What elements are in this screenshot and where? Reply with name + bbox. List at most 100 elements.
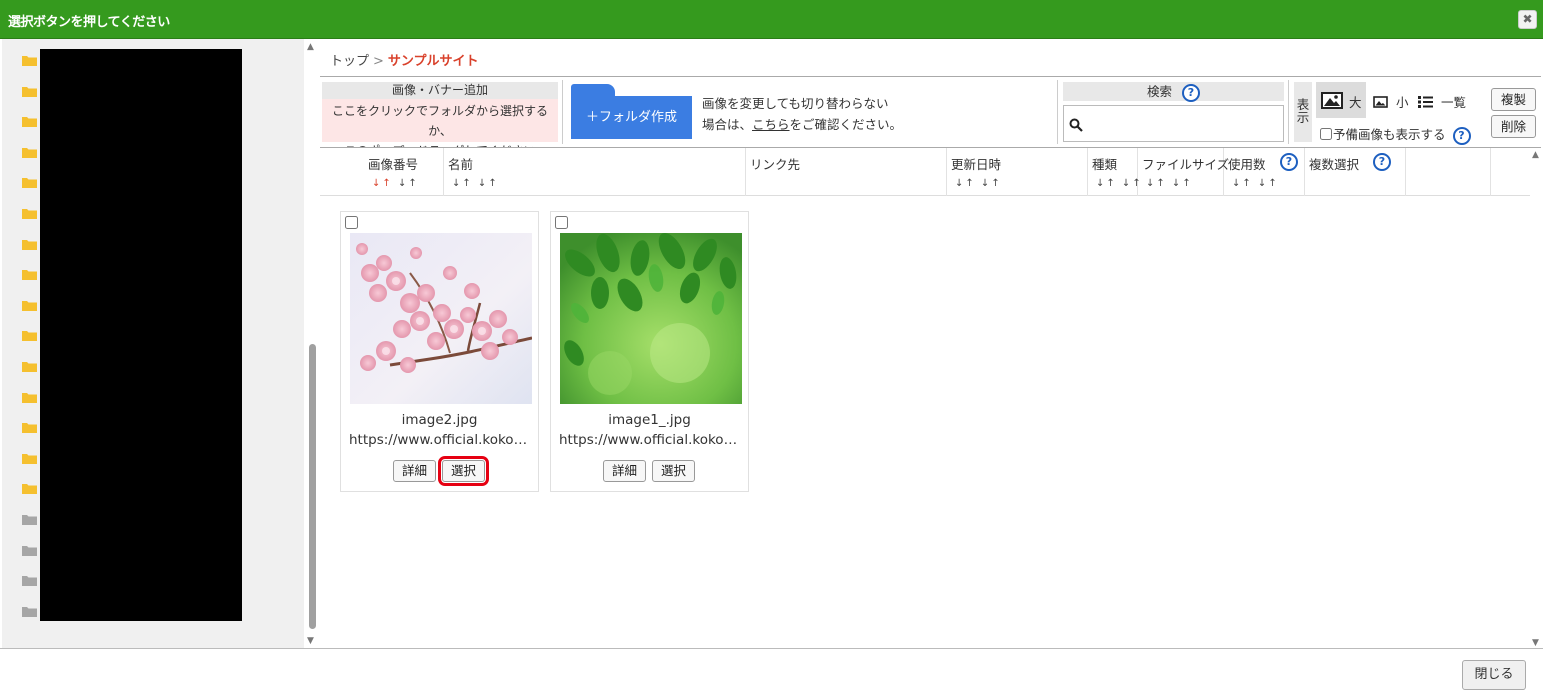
- folder-icon[interactable]: [22, 392, 37, 403]
- scroll-thumb[interactable]: [309, 344, 316, 629]
- image-thumbnail-green-leaves[interactable]: [560, 233, 742, 404]
- folder-icon[interactable]: [22, 269, 37, 281]
- folder-icon[interactable]: [22, 330, 37, 342]
- column-filesize[interactable]: ファイルサイズ ↓↑ ↓↑: [1138, 148, 1229, 196]
- divider: [562, 80, 563, 144]
- show-spare-checkbox[interactable]: [1320, 128, 1332, 140]
- column-multi-select: 複数選択 ?: [1305, 148, 1406, 196]
- image-small-icon: [1373, 96, 1388, 108]
- sort-icons[interactable]: ↓↑ ↓↑: [1232, 178, 1279, 189]
- column-type[interactable]: 種類 ↓↑ ↓↑: [1088, 148, 1141, 196]
- sort-icons[interactable]: ↓↑ ↓↑: [372, 178, 419, 189]
- image-filename: image2.jpg: [401, 412, 478, 428]
- search-input[interactable]: [1063, 105, 1284, 142]
- scroll-up-icon[interactable]: ▲: [307, 42, 314, 52]
- show-spare-images[interactable]: 予備画像も表示する ?: [1320, 124, 1471, 145]
- image-select-checkbox[interactable]: [345, 216, 358, 229]
- folder-icon[interactable]: [22, 483, 37, 495]
- column-label: ファイルサイズ: [1142, 157, 1230, 172]
- display-label-text: 表示: [1296, 97, 1310, 125]
- display-label: 表示: [1294, 82, 1312, 142]
- note-suffix: をご確認ください。: [789, 117, 903, 132]
- search-header: 検索 ?: [1063, 82, 1284, 102]
- detail-button[interactable]: 詳細: [603, 460, 646, 482]
- image-select-checkbox[interactable]: [555, 216, 568, 229]
- breadcrumb-current: サンプルサイト: [387, 54, 479, 69]
- folder-tree-panel: [2, 39, 304, 648]
- breadcrumb-separator: >: [373, 54, 384, 69]
- close-dialog-button[interactable]: 閉じる: [1462, 660, 1526, 690]
- scroll-down-icon[interactable]: ▼: [1532, 638, 1539, 648]
- add-image-title: 画像・バナー追加: [322, 82, 558, 99]
- folder-icon[interactable]: [22, 575, 37, 587]
- column-link: リンク先: [746, 148, 947, 196]
- drop-zone-line1: ここをクリックでフォルダから選択するか、: [331, 104, 548, 138]
- detail-button[interactable]: 詳細: [393, 460, 436, 482]
- cache-note: 画像を変更しても切り替わらない 場合は、こちらをご確認ください。: [702, 93, 902, 135]
- folder-icon[interactable]: [22, 177, 37, 189]
- divider: [1057, 80, 1058, 144]
- redacted-folder-names: [40, 49, 242, 621]
- sort-icons[interactable]: ↓↑ ↓↑: [955, 178, 1002, 189]
- column-image-number[interactable]: 画像番号 ↓↑ ↓↑: [320, 148, 444, 196]
- copy-button[interactable]: 複製: [1491, 88, 1536, 111]
- scroll-down-icon[interactable]: ▼: [307, 636, 314, 646]
- view-large-label: 大: [1349, 95, 1362, 110]
- folder-icon[interactable]: [22, 55, 37, 66]
- column-usage[interactable]: 使用数 ? ↓↑ ↓↑: [1224, 148, 1305, 196]
- close-icon[interactable]: ✖: [1518, 10, 1537, 29]
- folder-icon[interactable]: [22, 514, 37, 525]
- show-spare-label: 予備画像も表示する: [1333, 127, 1446, 142]
- drop-zone[interactable]: ここをクリックでフォルダから選択するか、 このポップへドラッグしてください: [322, 99, 558, 158]
- multi-select-help-icon[interactable]: ?: [1373, 153, 1391, 171]
- folder-icon[interactable]: [22, 453, 37, 464]
- view-list-button[interactable]: 一覧: [1418, 92, 1466, 111]
- view-small-label: 小: [1395, 95, 1409, 110]
- sort-icons[interactable]: ↓↑ ↓↑: [452, 178, 499, 189]
- usage-help-icon[interactable]: ?: [1280, 153, 1298, 171]
- folder-icon[interactable]: [22, 422, 37, 434]
- scroll-up-icon[interactable]: ▲: [1532, 150, 1539, 160]
- folder-icon[interactable]: [22, 239, 37, 250]
- folder-icon[interactable]: [22, 86, 37, 97]
- spare-help-icon[interactable]: ?: [1452, 126, 1471, 145]
- column-label: 名前: [448, 157, 474, 172]
- column-label: 種類: [1092, 157, 1118, 172]
- column-name[interactable]: 名前 ↓↑ ↓↑: [444, 148, 746, 196]
- folder-icon[interactable]: [22, 147, 37, 158]
- select-button[interactable]: 選択: [438, 456, 489, 486]
- folder-icon[interactable]: [22, 606, 37, 617]
- create-folder-button[interactable]: ＋フォルダ作成: [571, 84, 692, 139]
- list-icon: [1418, 96, 1433, 108]
- search-help-icon[interactable]: ?: [1182, 83, 1200, 102]
- view-list-label: 一覧: [1440, 95, 1466, 110]
- image-card[interactable]: image1_.jpg https://www.official.kokoro-…: [550, 211, 749, 492]
- create-folder-label: ＋フォルダ作成: [571, 96, 692, 139]
- image-thumbnail-cherry-blossom[interactable]: [350, 233, 532, 404]
- sort-icons[interactable]: ↓↑ ↓↑: [1146, 178, 1193, 189]
- folder-tree-scrollbar[interactable]: ▲ ▼: [305, 39, 319, 648]
- view-large-button[interactable]: 大: [1316, 82, 1366, 118]
- column-label: リンク先: [750, 157, 801, 172]
- folder-icon[interactable]: [22, 361, 37, 372]
- image-card[interactable]: image2.jpg https://www.official.kokoro-s…: [340, 211, 539, 492]
- folder-icon[interactable]: [22, 545, 37, 556]
- divider: [1288, 80, 1289, 144]
- view-small-button[interactable]: 小: [1373, 92, 1409, 111]
- column-updated[interactable]: 更新日時 ↓↑ ↓↑: [947, 148, 1088, 196]
- dialog-titlebar: 選択ボタンを押してください ✖: [0, 0, 1543, 39]
- column-label: 複数選択: [1309, 157, 1360, 172]
- folder-icon[interactable]: [22, 116, 37, 128]
- sort-icons[interactable]: ↓↑ ↓↑: [1096, 178, 1143, 189]
- breadcrumb-top[interactable]: トップ: [330, 54, 369, 69]
- add-image-box[interactable]: 画像・バナー追加 ここをクリックでフォルダから選択するか、 このポップへドラッグ…: [322, 82, 558, 158]
- image-url: https://www.official.kokoro-support.jp/: [349, 432, 531, 448]
- content-scrollbar[interactable]: ▲ ▼: [1531, 148, 1541, 648]
- note-prefix: 場合は、: [702, 117, 753, 132]
- delete-button[interactable]: 削除: [1491, 115, 1536, 138]
- divider: [320, 76, 1541, 77]
- note-link[interactable]: こちら: [752, 117, 790, 132]
- select-button[interactable]: 選択: [652, 460, 695, 482]
- folder-icon[interactable]: [22, 300, 37, 311]
- folder-icon[interactable]: [22, 208, 37, 219]
